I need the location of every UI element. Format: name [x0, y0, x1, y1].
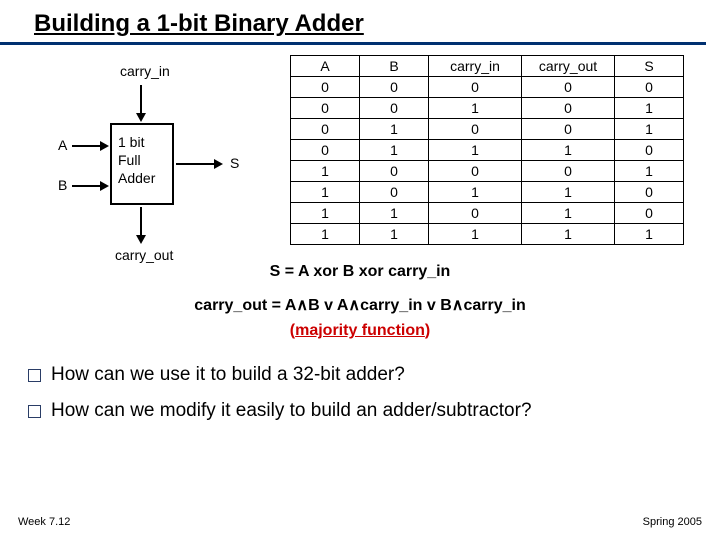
- table-cell: 0: [360, 182, 429, 203]
- box-line: Adder: [118, 169, 166, 187]
- table-cell: 0: [291, 77, 360, 98]
- square-bullet-icon: [28, 405, 41, 418]
- table-cell: 1: [429, 224, 522, 245]
- wedge-icon: ∧: [452, 297, 464, 314]
- table-cell: 0: [291, 140, 360, 161]
- question-list: How can we use it to build a 32-bit adde…: [28, 364, 710, 422]
- slide-footer: Week 7.12 Spring 2005: [18, 516, 702, 528]
- question-text: How can we use it to build a 32-bit adde…: [51, 364, 405, 386]
- wedge-icon: ∧: [296, 297, 308, 314]
- table-header-row: A B carry_in carry_out S: [291, 56, 684, 77]
- arrow-head-down-icon: [136, 235, 146, 244]
- table-cell: 1: [522, 140, 615, 161]
- table-cell: 0: [522, 161, 615, 182]
- table-cell: 1: [360, 140, 429, 161]
- table-cell: 0: [522, 119, 615, 140]
- table-cell: 1: [291, 224, 360, 245]
- eq-text: carry_in v B: [360, 297, 452, 314]
- table-cell: 0: [522, 77, 615, 98]
- table-cell: 1: [291, 161, 360, 182]
- table-cell: 0: [615, 182, 684, 203]
- table-cell: 0: [291, 119, 360, 140]
- th-b: B: [360, 56, 429, 77]
- page-title: Building a 1-bit Binary Adder: [0, 0, 706, 45]
- table-cell: 0: [615, 203, 684, 224]
- full-adder-box: 1 bit Full Adder: [110, 123, 174, 205]
- eq-text: carry_in: [463, 297, 525, 314]
- arrow-line: [72, 185, 102, 187]
- content-row: carry_in A B 1 bit Full Adder S carry_ou…: [0, 45, 720, 245]
- table-row: 00101: [291, 98, 684, 119]
- majority-function-label: majority function: [295, 322, 425, 339]
- table-cell: 1: [360, 203, 429, 224]
- th-carry-in: carry_in: [429, 56, 522, 77]
- footer-right: Spring 2005: [643, 516, 702, 528]
- arrow-head-down-icon: [136, 113, 146, 122]
- output-s-label: S: [230, 155, 239, 171]
- table-cell: 0: [615, 77, 684, 98]
- table-cell: 1: [291, 182, 360, 203]
- table-cell: 1: [615, 98, 684, 119]
- input-b-label: B: [58, 177, 67, 193]
- list-item: How can we modify it easily to build an …: [28, 400, 710, 422]
- arrow-head-right-icon: [100, 141, 109, 151]
- paren-close: ): [425, 322, 430, 339]
- table-cell: 1: [615, 224, 684, 245]
- table-cell: 1: [429, 140, 522, 161]
- table-cell: 0: [522, 98, 615, 119]
- table-row: 01001: [291, 119, 684, 140]
- table-row: 11111: [291, 224, 684, 245]
- equation-s: S = A xor B xor carry_in: [0, 259, 720, 285]
- equations-block: S = A xor B xor carry_in carry_out = A∧B…: [0, 259, 720, 344]
- table-row: 10001: [291, 161, 684, 182]
- table-cell: 0: [429, 161, 522, 182]
- arrow-head-right-icon: [100, 181, 109, 191]
- table-cell: 1: [615, 161, 684, 182]
- table-cell: 1: [360, 119, 429, 140]
- table-cell: 0: [360, 98, 429, 119]
- table-cell: 1: [615, 119, 684, 140]
- box-line: Full: [118, 151, 166, 169]
- wedge-icon: ∧: [348, 297, 360, 314]
- table-cell: 0: [615, 140, 684, 161]
- question-text: How can we modify it easily to build an …: [51, 400, 532, 422]
- eq-text: carry_out = A: [194, 297, 296, 314]
- arrow-line: [140, 207, 142, 237]
- arrow-line: [176, 163, 216, 165]
- table-cell: 1: [429, 98, 522, 119]
- adder-diagram: carry_in A B 1 bit Full Adder S carry_ou…: [30, 55, 270, 245]
- carry-out-label: carry_out: [115, 247, 173, 263]
- table-cell: 1: [522, 203, 615, 224]
- table-cell: 0: [429, 203, 522, 224]
- table-cell: 0: [360, 161, 429, 182]
- footer-left: Week 7.12: [18, 516, 70, 528]
- table-cell: 0: [360, 77, 429, 98]
- table-cell: 0: [291, 98, 360, 119]
- th-s: S: [615, 56, 684, 77]
- box-line: 1 bit: [118, 133, 166, 151]
- eq-text: B v A: [308, 297, 348, 314]
- th-carry-out: carry_out: [522, 56, 615, 77]
- table-row: 11010: [291, 203, 684, 224]
- list-item: How can we use it to build a 32-bit adde…: [28, 364, 710, 386]
- arrow-line: [140, 85, 142, 115]
- table-cell: 1: [522, 182, 615, 203]
- table-cell: 1: [291, 203, 360, 224]
- table-cell: 0: [429, 119, 522, 140]
- input-a-label: A: [58, 137, 67, 153]
- table-cell: 1: [429, 182, 522, 203]
- table-cell: 1: [522, 224, 615, 245]
- square-bullet-icon: [28, 369, 41, 382]
- carry-in-label: carry_in: [120, 63, 170, 79]
- arrow-line: [72, 145, 102, 147]
- th-a: A: [291, 56, 360, 77]
- arrow-head-right-icon: [214, 159, 223, 169]
- table-cell: 1: [360, 224, 429, 245]
- truth-table: A B carry_in carry_out S 000000010101001…: [290, 55, 684, 245]
- table-row: 00000: [291, 77, 684, 98]
- table-row: 01110: [291, 140, 684, 161]
- table-cell: 0: [429, 77, 522, 98]
- table-row: 10110: [291, 182, 684, 203]
- equation-carry-out: carry_out = A∧B v A∧carry_in v B∧carry_i…: [0, 293, 720, 344]
